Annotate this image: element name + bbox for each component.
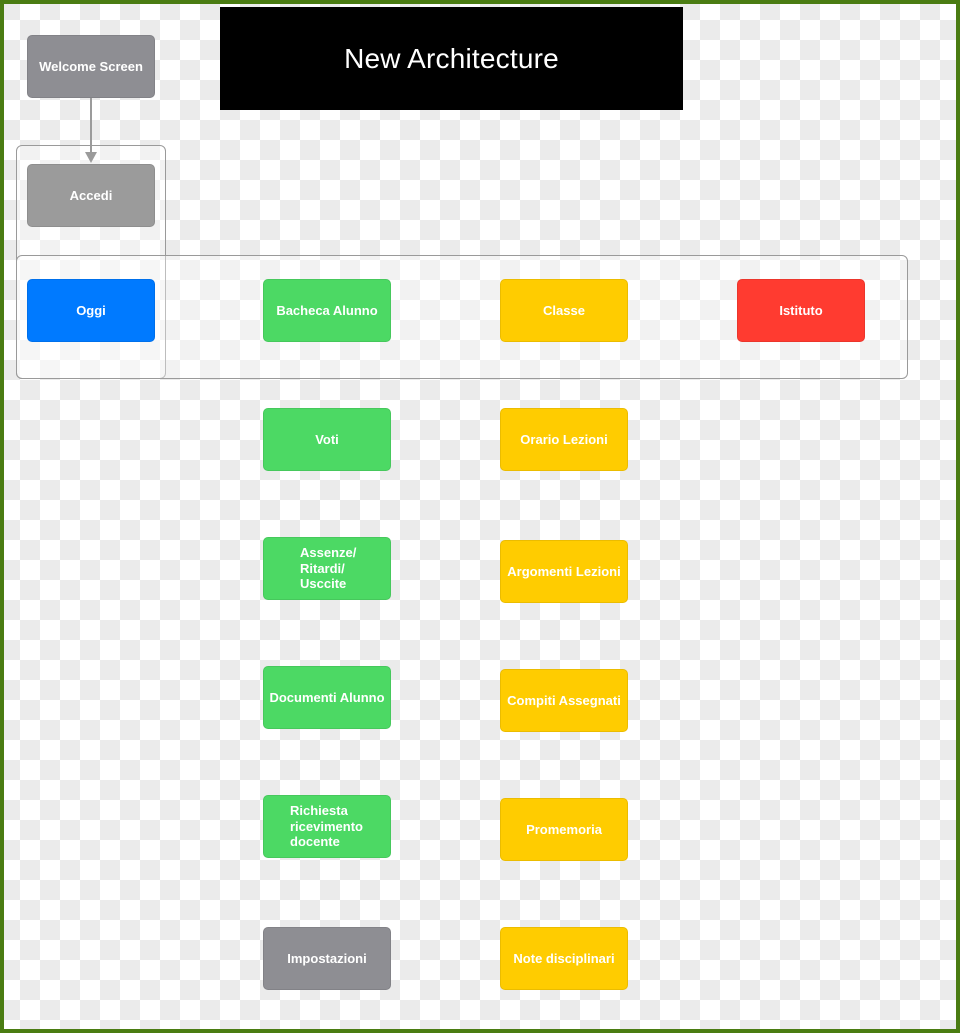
node-label: Classe bbox=[543, 302, 585, 318]
node-orario-lezioni[interactable]: Orario Lezioni bbox=[500, 408, 628, 471]
node-impostazioni[interactable]: Impostazioni bbox=[263, 927, 391, 990]
node-richiesta-ricevimento-docente[interactable]: Richiesta ricevimento docente bbox=[263, 795, 391, 858]
node-welcome-screen[interactable]: Welcome Screen bbox=[27, 35, 155, 98]
node-istituto[interactable]: Istituto bbox=[737, 279, 865, 342]
node-label: Welcome Screen bbox=[39, 58, 143, 74]
node-label: Compiti Assegnati bbox=[507, 692, 621, 708]
node-label: Impostazioni bbox=[287, 950, 367, 966]
arrowhead-icon bbox=[85, 152, 97, 163]
edge-welcome-to-accedi bbox=[85, 98, 97, 163]
node-label: Voti bbox=[315, 431, 339, 447]
node-accedi[interactable]: Accedi bbox=[27, 164, 155, 227]
node-classe[interactable]: Classe bbox=[500, 279, 628, 342]
node-label: Documenti Alunno bbox=[269, 689, 385, 705]
node-label: Promemoria bbox=[526, 821, 602, 837]
node-label: Orario Lezioni bbox=[520, 431, 608, 447]
node-label: Istituto bbox=[779, 302, 823, 318]
node-label: Argomenti Lezioni bbox=[507, 563, 621, 579]
node-oggi[interactable]: Oggi bbox=[27, 279, 155, 342]
node-note-disciplinari[interactable]: Note disciplinari bbox=[500, 927, 628, 990]
node-promemoria[interactable]: Promemoria bbox=[500, 798, 628, 861]
node-documenti-alunno[interactable]: Documenti Alunno bbox=[263, 666, 391, 729]
node-label: Bacheca Alunno bbox=[276, 302, 378, 318]
node-label: Oggi bbox=[76, 302, 106, 318]
node-label: Accedi bbox=[69, 187, 113, 203]
node-bacheca-alunno[interactable]: Bacheca Alunno bbox=[263, 279, 391, 342]
node-compiti-assegnati[interactable]: Compiti Assegnati bbox=[500, 669, 628, 732]
node-label: Richiesta ricevimento docente bbox=[290, 803, 363, 850]
node-assenze-ritardi-uscite[interactable]: Assenze/ Ritardi/ Usccite bbox=[263, 537, 391, 600]
node-voti[interactable]: Voti bbox=[263, 408, 391, 471]
node-label: Note disciplinari bbox=[513, 950, 615, 966]
node-argomenti-lezioni[interactable]: Argomenti Lezioni bbox=[500, 540, 628, 603]
node-label: Assenze/ Ritardi/ Usccite bbox=[300, 545, 357, 592]
